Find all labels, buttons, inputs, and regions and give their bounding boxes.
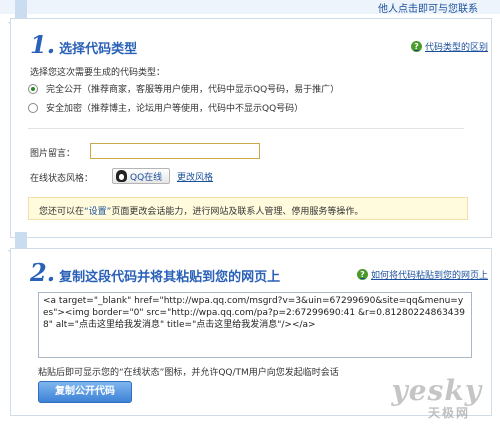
style-label: 在线状态风格： [30,174,94,184]
step1-title: 1. 选择代码类型 [30,30,137,59]
option-encrypted[interactable]: 安全加密（推荐博主，论坛用户等使用，代码中不显示QQ号码） [28,101,303,114]
watermark-main: yesky [391,374,482,407]
option-public-label: 完全公开（推荐商家，客服等用户使用，代码中显示QQ号码，易于推广） [46,85,340,95]
message-label: 图片留言： [30,149,76,159]
code-textarea[interactable]: <a target="_blank" href="http://wpa.qq.c… [38,292,472,358]
step1-number: 1. [30,30,56,59]
option-public[interactable]: 完全公开（推荐商家，客服等用户使用，代码中显示QQ号码，易于推广） [28,82,339,95]
step2-number: 2. [30,258,56,287]
code-type-help-link[interactable]: ? 代码类型的区别 [410,40,488,53]
step1-title-text: 选择代码类型 [59,42,138,57]
step2-title: 2. 复制这段代码并将其粘贴到您的网页上 [30,258,280,287]
code-type-prompt: 选择您这次需要生成的代码类型： [30,68,166,78]
divider [28,128,464,129]
settings-link[interactable]: “设置” [84,207,111,217]
watermark-sub: 天极网 [427,406,470,420]
help-icon: ? [410,41,422,52]
help-icon: ? [356,269,368,280]
code-type-help-label: 代码类型的区别 [424,43,488,53]
message-input[interactable] [90,143,260,159]
radio-encrypted[interactable] [28,102,38,113]
paste-help-link[interactable]: ? 如何将代码粘贴到您的网页上 [356,268,488,281]
qq-online-button[interactable]: QQ在线 [112,168,170,184]
tip-prefix: 您还可以在 [39,207,85,217]
step2-title-text: 复制这段代码并将其粘贴到您的网页上 [59,270,281,285]
tip-suffix: 页面更改会话能力，进行网站及联系人管理、停用服务等操作。 [111,207,364,217]
qq-penguin-icon [116,170,127,182]
option-encrypted-label: 安全加密（推荐博主，论坛用户等使用，代码中不显示QQ号码） [46,104,304,114]
paste-help-label: 如何将代码粘贴到您的网页上 [370,271,488,281]
top-contact-text: 他人点击即可与您联系 [378,4,478,15]
radio-public[interactable] [28,83,38,94]
copy-public-code-button[interactable]: 复制公开代码 [38,381,132,403]
yesky-watermark: yesky 天极网 [376,374,486,420]
qq-online-label: QQ在线 [130,172,163,183]
paste-note: 粘贴后即可显示您的“在线状态”图标，并允许QQ/TM用户向您发起临时会话 [38,368,339,378]
change-style-link[interactable]: 更改风格 [177,170,213,183]
settings-tip: 您还可以在“设置”页面更改会话能力，进行网站及联系人管理、停用服务等操作。 [28,197,468,220]
